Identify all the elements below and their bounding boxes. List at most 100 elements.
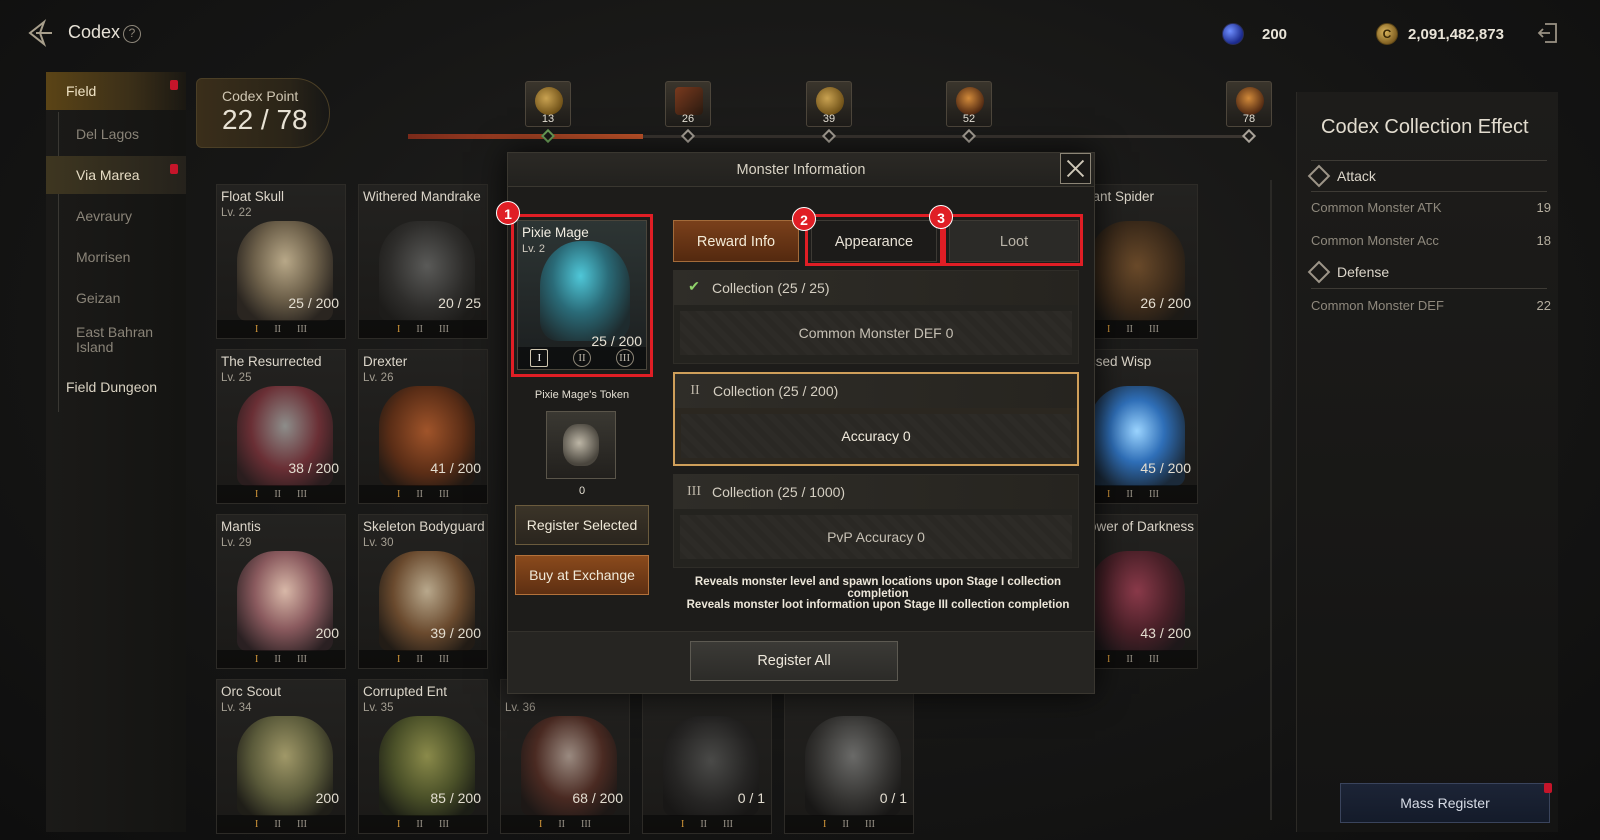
monster-name: Float Skull [221, 189, 285, 204]
token-emblem-icon [563, 424, 599, 466]
stage-indicators: I II III [217, 815, 345, 833]
register-all-button[interactable]: Register All [690, 641, 898, 681]
monster-level: Lv. 22 [221, 207, 252, 219]
milestone-reward-26[interactable]: 26 [665, 81, 711, 127]
stage-3-icon: III [1149, 323, 1159, 335]
panel-title: Codex Collection Effect [1321, 116, 1529, 138]
token-count: 0 [578, 485, 586, 497]
annotation-box-loot [943, 214, 1083, 266]
milestone-value: 52 [962, 113, 976, 125]
monster-progress: 200 [315, 790, 339, 806]
monster-card[interactable]: Skeleton Bodyguard Lv. 30 39 / 200 I II II… [358, 514, 488, 669]
tab-reward-info[interactable]: Reward Info [673, 220, 799, 262]
monster-card[interactable]: Drexter Lv. 26 41 / 200 I II III [358, 349, 488, 504]
collection-title: Collection (25 / 1000) [712, 484, 846, 500]
stage-3-icon: III [439, 653, 449, 665]
monster-card[interactable]: Orc Scout Lv. 34 200 I II III [216, 679, 346, 834]
back-arrow-icon[interactable] [22, 16, 56, 50]
defense-icon [1307, 260, 1331, 284]
monster-info-modal: Monster Information Pixie Mage Lv. 2 25 … [496, 152, 1095, 694]
monster-progress: 0 / 1 [737, 790, 765, 806]
stage-3-icon: III [1149, 653, 1159, 665]
page-title: Codex [68, 22, 121, 42]
collection-stage-3[interactable]: III Collection (25 / 1000) PvP Accuracy … [673, 474, 1079, 568]
milestone-reward-52[interactable]: 52 [946, 81, 992, 127]
stage-3-icon: III [687, 484, 701, 499]
milestone-value: 78 [1242, 113, 1256, 125]
sidebar-item-via-marea[interactable]: Via Marea [46, 156, 186, 194]
card-reward-icon [675, 87, 703, 115]
collection-effect: Common Monster DEF 0 [680, 311, 1072, 355]
sidebar-item-del-lagos[interactable]: Del Lagos [46, 115, 186, 153]
monster-level: Lv. 34 [221, 702, 252, 714]
stage-1-icon: I [1106, 488, 1111, 500]
top-bar: Codex ? 200 C 2,091,482,873 [0, 0, 1600, 66]
monster-name: ssed Wisp [1089, 354, 1152, 369]
stage-2-icon: II [274, 818, 281, 830]
stage-2-icon: II [416, 488, 423, 500]
collection-title: Collection (25 / 25) [712, 280, 830, 296]
close-icon[interactable] [1060, 153, 1091, 184]
monster-progress: 20 / 25 [438, 295, 481, 311]
monster-progress: 200 [315, 625, 339, 641]
stage-2-icon: II [274, 488, 281, 500]
monster-token-icon[interactable] [546, 411, 616, 479]
monster-level: Lv. 36 [505, 702, 536, 714]
sidebar-item-label: Del Lagos [76, 126, 140, 142]
stage-indicators: I II III [217, 650, 345, 668]
stage-indicators: I II III [359, 320, 487, 338]
collection-effect: Accuracy 0 [681, 414, 1071, 458]
sidebar-item-field[interactable]: Field [46, 72, 186, 110]
monster-card[interactable]: 0 / 1 I II III [642, 679, 772, 834]
pouch-reward-icon [1236, 87, 1264, 115]
monster-card[interactable]: Withered Mandrake 20 / 25 I II III [358, 184, 488, 339]
stage-1-icon: I [254, 488, 259, 500]
monster-card[interactable]: Corrupted Ent Lv. 35 85 / 200 I II III [358, 679, 488, 834]
grid-scrollbar[interactable] [1270, 180, 1272, 820]
stage-indicators: I II III [217, 485, 345, 503]
register-selected-button[interactable]: Register Selected [515, 505, 649, 545]
monster-name: ower of Darkness [1089, 519, 1195, 534]
sidebar-item-morrisen[interactable]: Morrisen [46, 238, 186, 276]
stage-3-icon: III [581, 818, 591, 830]
help-icon[interactable]: ? [123, 25, 141, 43]
sidebar-item-east-bahran-island[interactable]: East Bahran Island [46, 318, 186, 362]
divider [1311, 160, 1547, 161]
monster-card[interactable]: 0 / 1 I II III [784, 679, 914, 834]
check-icon: ✔ [688, 280, 700, 295]
monster-name: The Resurrected [221, 354, 322, 369]
mass-register-button[interactable]: Mass Register [1340, 783, 1550, 823]
milestone-value: 13 [541, 113, 555, 125]
monster-progress: 0 / 1 [879, 790, 907, 806]
stage-indicators: I II III [359, 485, 487, 503]
collection-stage-1[interactable]: ✔ Collection (25 / 25) Common Monster DE… [673, 270, 1079, 364]
stage-indicators: I II III [501, 815, 629, 833]
pouch-reward-icon [956, 87, 984, 115]
sidebar-item-aevraury[interactable]: Aevraury [46, 197, 186, 235]
stage-3-icon: III [297, 323, 307, 335]
exit-icon[interactable] [1536, 21, 1560, 45]
stage-2-icon: II [1126, 323, 1133, 335]
attack-section: Attack [1307, 162, 1376, 190]
collection-stage-2[interactable]: II Collection (25 / 200) Accuracy 0 [673, 372, 1079, 466]
annotation-badge: 2 [792, 207, 816, 231]
buy-at-exchange-button[interactable]: Buy at Exchange [515, 555, 649, 595]
monster-card[interactable]: Mantis Lv. 29 200 I II III [216, 514, 346, 669]
monster-progress: 39 / 200 [430, 625, 481, 641]
stat-name: Common Monster ATK [1311, 200, 1442, 215]
milestone-reward-13[interactable]: 13 [525, 81, 571, 127]
sidebar-item-field-dungeon[interactable]: Field Dungeon [46, 368, 186, 406]
stage-1-icon: I [254, 323, 259, 335]
sidebar-item-label: Aevraury [76, 208, 133, 224]
monster-name: Drexter [363, 354, 408, 369]
monster-card[interactable]: Float Skull Lv. 22 25 / 200 I II III [216, 184, 346, 339]
stage-3-icon: III [297, 653, 307, 665]
monster-progress: 25 / 200 [288, 295, 339, 311]
milestone-reward-78[interactable]: 78 [1226, 81, 1272, 127]
monster-card[interactable]: Lv. 36 68 / 200 I II III [500, 679, 630, 834]
milestone-reward-39[interactable]: 39 [806, 81, 852, 127]
sidebar-item-label: Field [66, 83, 97, 99]
monster-level: Lv. 25 [221, 372, 252, 384]
sidebar-item-geizan[interactable]: Geizan [46, 279, 186, 317]
monster-card[interactable]: The Resurrected Lv. 25 38 / 200 I II III [216, 349, 346, 504]
